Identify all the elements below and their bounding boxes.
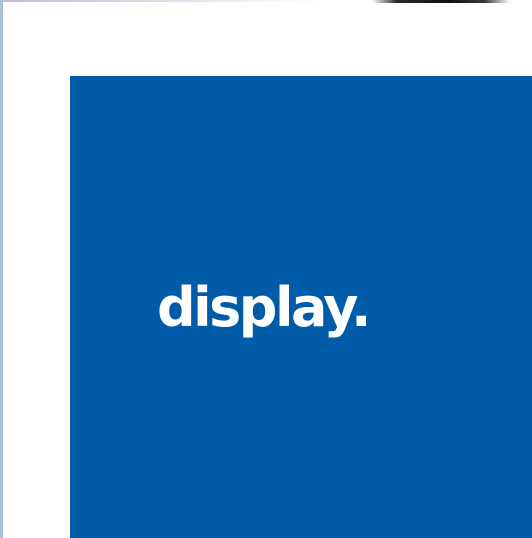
left-edge-border <box>0 0 3 538</box>
display-wordmark-logo: display. <box>157 276 372 339</box>
top-image-fragment <box>372 0 510 3</box>
brand-logo-card: display. <box>70 76 532 538</box>
screenshot-canvas: display. <box>0 0 532 538</box>
